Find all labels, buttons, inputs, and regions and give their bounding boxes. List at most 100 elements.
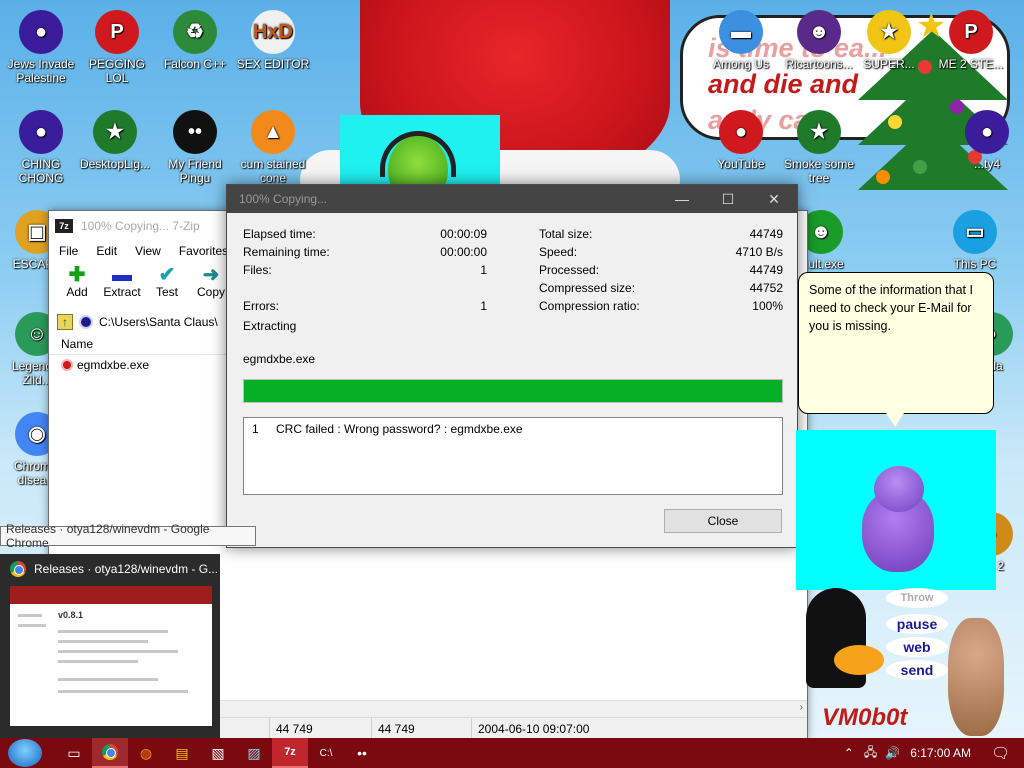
speaker-icon[interactable]: 🔊 [885, 746, 900, 760]
message-index: 1 [252, 422, 259, 436]
desktop-icon-image: ★ [93, 110, 137, 154]
column-name[interactable]: Name [61, 337, 93, 351]
thumb-line [58, 690, 188, 693]
thumb-line [18, 614, 42, 617]
folder-up-icon[interactable]: ↑ [57, 314, 73, 330]
cmd-icon[interactable]: C:\ [308, 738, 344, 768]
stat-value: 00:00:09 [440, 227, 487, 241]
parrot-agent[interactable] [340, 115, 500, 187]
exe-file-icon [61, 359, 73, 371]
desktop-icon[interactable]: ▬ Among Us [700, 10, 782, 71]
desktop-icon[interactable]: ♻ Falcon C++ [154, 10, 236, 71]
desktop-icon[interactable]: ★ SUPER... [848, 10, 930, 71]
stat-value: 44749 [749, 227, 783, 241]
thumb-line [58, 678, 158, 681]
desktop-icon[interactable]: •• My Friend Pingu [154, 110, 236, 185]
extract-button[interactable]: ▬ Extract [99, 261, 145, 299]
pause-button[interactable]: pause [886, 614, 948, 634]
message-text: CRC failed : Wrong password? : egmdxbe.e… [276, 422, 523, 436]
desktop-icon[interactable]: ▭ This PC [934, 210, 1016, 271]
add-label: Add [66, 285, 88, 299]
stat-label: Speed: [539, 245, 578, 259]
minimize-button[interactable]: — [659, 185, 705, 213]
stat-label: Processed: [539, 263, 600, 277]
stat-label: Elapsed time: [243, 227, 316, 241]
desktop-icon[interactable]: ★ Smoke some tree [778, 110, 860, 185]
desktop-icon[interactable]: ● CHING CHONG [0, 110, 82, 185]
desktop-icon[interactable]: P PEGGING LOL [76, 10, 158, 85]
bonzi-taskbar-icon[interactable]: •• [344, 738, 380, 768]
desktop-icon[interactable]: P ME 2 STE... [930, 10, 1012, 71]
desktop-icon-label: SEX EDITOR [236, 57, 310, 71]
monitor-app-icon[interactable]: ▨ [236, 738, 272, 768]
maximize-button[interactable]: ☐ [705, 185, 751, 213]
network-icon[interactable]: 🖧 [864, 743, 877, 764]
stat-label: Remaining time: [243, 245, 330, 259]
7zip-taskbar-icon[interactable]: 7z [272, 738, 308, 768]
desktop-icon[interactable]: HxD SEX EDITOR [232, 10, 314, 71]
operation-label: Extracting [243, 319, 297, 333]
desktop-icon[interactable]: ★ DesktopLig... [74, 110, 156, 171]
chrome-taskbar-icon[interactable] [92, 738, 128, 768]
desktop-icon-label: CHING CHONG [18, 157, 64, 185]
horizontal-scrollbar[interactable]: › [219, 700, 807, 717]
desktop-icon[interactable]: ▲ cum stained cone [232, 110, 314, 185]
desktop-icon-label: YouTube [717, 157, 765, 171]
desktop-icon-image: ▲ [251, 110, 295, 154]
desktop-icon-label: SUPER... [863, 57, 915, 71]
stat-value: 100% [752, 299, 783, 313]
notification-icon[interactable]: 🗨 [991, 744, 1010, 762]
start-button[interactable] [8, 739, 42, 767]
close-button[interactable]: Close [664, 509, 782, 533]
thumb-line [18, 624, 46, 627]
desktop-icon[interactable]: ● YouTube [700, 110, 782, 171]
stat-value: 1 [480, 299, 487, 313]
status-size: 44 749 [269, 718, 371, 739]
thumb-line [58, 650, 178, 653]
test-label: Test [155, 285, 178, 299]
chrome-taskbar-preview[interactable]: Releases · otya128/winevdm - G... v0.8.1 [0, 554, 220, 738]
copying-dialog[interactable]: 100% Copying... — ☐ ✕ Elapsed time: 00:00… [226, 184, 798, 548]
error-message-list[interactable]: 1 CRC failed : Wrong password? : egmdxbe… [243, 417, 783, 495]
desktop-icon-image: ● [19, 110, 63, 154]
copying-titlebar[interactable]: 100% Copying... — ☐ ✕ [227, 185, 797, 213]
desktop-icon-label: Smoke some tree [783, 157, 855, 185]
desktop-icon-image: ▬ [719, 10, 763, 54]
test-button[interactable]: ✔ Test [145, 261, 189, 299]
desktop-icon-image: ☻ [797, 10, 841, 54]
menu-file[interactable]: File [59, 244, 78, 258]
vmobot-title: VM0b0t [822, 704, 908, 731]
desktop-icon-image: ▭ [953, 210, 997, 254]
desktop-icon-label: My Friend Pingu [168, 157, 222, 185]
throw-button[interactable]: Throw [886, 588, 948, 608]
current-file-label: egmdxbe.exe [243, 352, 316, 366]
bonzi-speech-bubble[interactable]: Some of the information that I need to c… [798, 272, 994, 414]
thumb-line [58, 640, 148, 643]
close-window-button[interactable]: ✕ [751, 185, 797, 213]
send-button[interactable]: send [886, 660, 948, 680]
window-app-icon[interactable]: ▧ [200, 738, 236, 768]
desktop-icon-label: Jews Invade Palestine [7, 57, 75, 85]
7zip-logo-icon: 7z [55, 219, 73, 233]
desktop-icon-image: •• [173, 110, 217, 154]
menu-view[interactable]: View [135, 244, 161, 258]
preview-thumbnail[interactable]: v0.8.1 [10, 586, 212, 726]
desktop-icon[interactable]: ● ...ty4 [946, 110, 1024, 171]
clock[interactable]: 6:17:00 AM [910, 746, 971, 760]
penguin-beak [834, 645, 884, 675]
chevron-up-icon[interactable]: ⌃ [844, 746, 854, 760]
web-button[interactable]: web [886, 637, 948, 657]
stat-value: 00:00:00 [440, 245, 487, 259]
menu-edit[interactable]: Edit [96, 244, 117, 258]
menu-favorites[interactable]: Favorites [179, 244, 228, 258]
desktop-icon[interactable]: ● Jews Invade Palestine [0, 10, 82, 85]
firefox-icon[interactable]: ◍ [128, 738, 164, 768]
task-view-icon[interactable]: ▭ [56, 738, 92, 768]
thumb-browser-bar [10, 586, 212, 604]
scroll-right-icon[interactable]: › [800, 702, 803, 713]
add-button[interactable]: ✚ Add [55, 261, 99, 299]
file-explorer-icon[interactable]: ▤ [164, 738, 200, 768]
desktop-icon-label: Among Us [712, 57, 770, 71]
status-cell-empty [219, 718, 269, 739]
bonzi-buddy-agent[interactable] [796, 430, 996, 590]
